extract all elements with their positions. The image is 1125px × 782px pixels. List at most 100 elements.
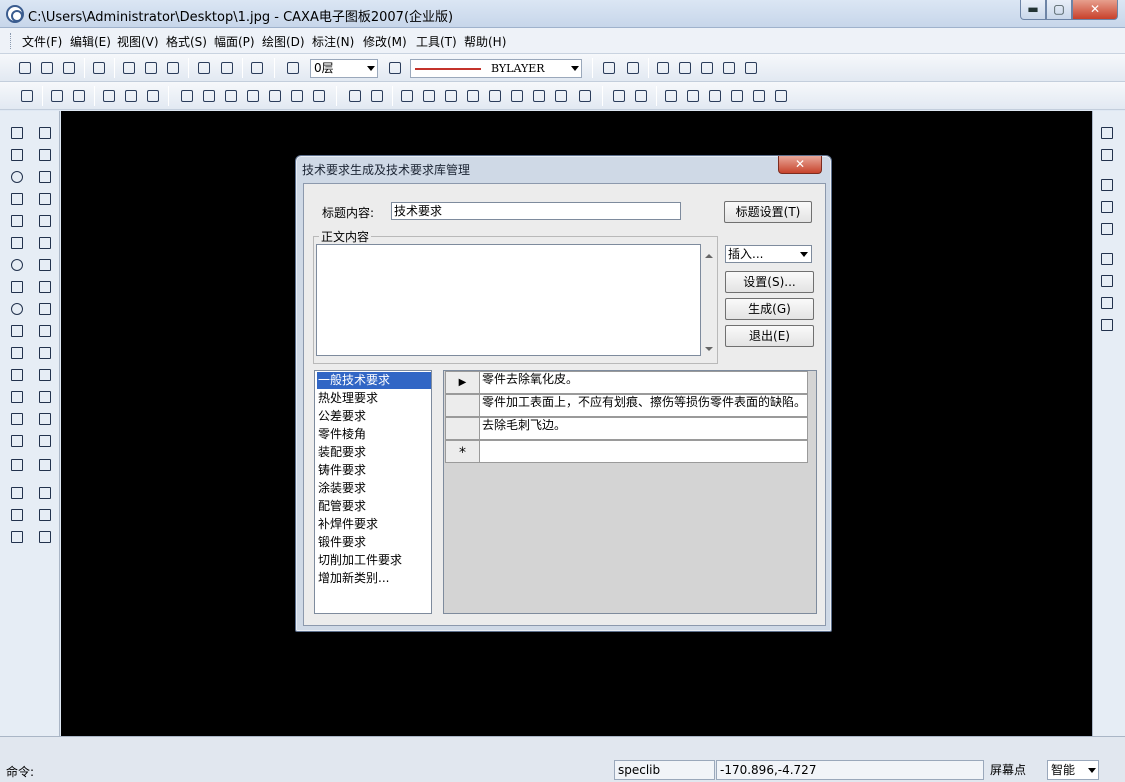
menu-view[interactable]: 视图(V)	[117, 33, 159, 50]
category-list[interactable]: 一般技术要求 热处理要求 公差要求 零件棱角 装配要求 铸件要求 涂装要求 配管…	[314, 370, 432, 614]
edit-view-icon[interactable]	[1099, 221, 1115, 237]
dimension-icon[interactable]	[346, 87, 364, 105]
view-projection-icon[interactable]	[1099, 177, 1115, 193]
center-hole-icon[interactable]	[552, 87, 570, 105]
extend-icon[interactable]	[37, 323, 53, 339]
measure-icon[interactable]	[37, 485, 53, 501]
equidistant-line-icon[interactable]	[9, 345, 25, 361]
grid-row-indicator[interactable]	[445, 394, 480, 417]
heading-input[interactable]: 技术要求	[391, 202, 681, 220]
cut-icon[interactable]	[120, 59, 138, 77]
break-icon[interactable]	[37, 345, 53, 361]
category-item[interactable]: 零件棱角	[317, 426, 366, 443]
grid-cell[interactable]: 零件去除氧化皮。	[479, 371, 808, 394]
zoom-all-icon[interactable]	[750, 87, 768, 105]
double-line-icon[interactable]	[222, 87, 240, 105]
move-icon[interactable]	[37, 147, 53, 163]
edit-text-icon[interactable]	[632, 87, 650, 105]
print-preview-icon[interactable]	[1099, 251, 1115, 267]
linetype-select[interactable]: BYLAYER	[410, 59, 582, 78]
properties-icon[interactable]	[1099, 317, 1115, 333]
menu-file[interactable]: 文件(F)	[22, 33, 62, 50]
brush-icon[interactable]	[37, 529, 53, 545]
wave-line-icon[interactable]	[200, 87, 218, 105]
hatch-view-icon[interactable]	[1099, 295, 1115, 311]
category-item[interactable]: 切削加工件要求	[317, 552, 402, 569]
zoom-window-icon[interactable]	[728, 87, 746, 105]
exit-button[interactable]: 退出(E)	[725, 325, 814, 347]
trim-icon[interactable]	[37, 279, 53, 295]
scale-icon[interactable]	[37, 257, 53, 273]
view-direction-icon[interactable]	[576, 87, 594, 105]
stretch-icon[interactable]	[37, 367, 53, 383]
title-block-icon[interactable]	[48, 87, 66, 105]
centerline-icon[interactable]	[9, 323, 25, 339]
parametric-icon[interactable]	[100, 87, 118, 105]
curve-icon[interactable]	[9, 213, 25, 229]
grid-row-indicator[interactable]: ▶	[445, 371, 480, 394]
caxa-app-icon[interactable]	[6, 5, 24, 23]
chamfer-icon[interactable]	[37, 389, 53, 405]
query-point-icon[interactable]	[654, 59, 672, 77]
query-angle-icon[interactable]	[698, 59, 716, 77]
dialog-close-button[interactable]: ✕	[778, 156, 822, 174]
part-library-icon[interactable]	[9, 507, 25, 523]
explode-icon[interactable]	[37, 457, 53, 473]
menu-tools[interactable]: 工具(T)	[416, 33, 457, 50]
divide-icon[interactable]	[37, 507, 53, 523]
array-icon[interactable]	[37, 235, 53, 251]
category-item[interactable]: 装配要求	[317, 444, 366, 461]
pan-icon[interactable]	[684, 87, 702, 105]
text-block-icon[interactable]	[122, 87, 140, 105]
pencil-icon[interactable]	[662, 87, 680, 105]
parallel-line-icon[interactable]	[9, 147, 25, 163]
3d-view-icon[interactable]	[1099, 147, 1115, 163]
category-item[interactable]: 公差要求	[317, 408, 366, 425]
fillet-icon[interactable]	[37, 301, 53, 317]
parts-list-icon[interactable]	[70, 87, 88, 105]
print-icon[interactable]	[90, 59, 108, 77]
erase-icon[interactable]	[37, 125, 53, 141]
menu-dimension[interactable]: 标注(N)	[312, 33, 354, 50]
tolerance-icon[interactable]	[486, 87, 504, 105]
category-item[interactable]: 涂装要求	[317, 480, 366, 497]
menu-help[interactable]: 帮助(H)	[464, 33, 506, 50]
layer-manager-icon[interactable]	[284, 59, 302, 77]
gear-icon[interactable]	[288, 87, 306, 105]
fill-region-icon[interactable]	[9, 411, 25, 427]
text-icon[interactable]	[9, 433, 25, 449]
linetype-icon[interactable]	[386, 59, 404, 77]
body-content-textarea[interactable]	[316, 244, 701, 356]
rotate-icon[interactable]	[37, 213, 53, 229]
generate-button[interactable]: 生成(G)	[725, 298, 814, 320]
close-window-button[interactable]: ✕	[1072, 0, 1118, 20]
menu-format[interactable]: 格式(S)	[166, 33, 207, 50]
circle-icon[interactable]	[9, 169, 25, 185]
menu-grip-handle[interactable]	[10, 33, 13, 49]
align-icon[interactable]	[37, 411, 53, 427]
category-item[interactable]: 铸件要求	[317, 462, 366, 479]
line-icon[interactable]	[9, 125, 25, 141]
roughness-icon[interactable]	[420, 87, 438, 105]
undo-icon[interactable]	[195, 59, 213, 77]
paste-icon[interactable]	[164, 59, 182, 77]
weld-symbol-icon[interactable]	[464, 87, 482, 105]
category-item[interactable]: 补焊件要求	[317, 516, 378, 533]
block-icon[interactable]	[37, 433, 53, 449]
leader-icon[interactable]	[398, 87, 416, 105]
snap-point-icon[interactable]	[600, 59, 618, 77]
grid-cell[interactable]: 零件加工表面上，不应有划痕、擦伤等损伤零件表面的缺陷。	[479, 394, 808, 417]
mirror-icon[interactable]	[37, 191, 53, 207]
copy-icon[interactable]	[142, 59, 160, 77]
spline-icon[interactable]	[266, 87, 284, 105]
add-category-item[interactable]: 增加新类别...	[317, 570, 389, 587]
arrow-icon[interactable]	[244, 87, 262, 105]
query-distance-icon[interactable]	[676, 59, 694, 77]
polygon-icon[interactable]	[9, 301, 25, 317]
detail-view-icon[interactable]	[530, 87, 548, 105]
zoom-dynamic-icon[interactable]	[706, 87, 724, 105]
grid-row-indicator[interactable]	[445, 417, 480, 440]
menu-edit[interactable]: 编辑(E)	[70, 33, 111, 50]
minimize-button[interactable]: ▬	[1020, 0, 1046, 20]
category-item[interactable]: 热处理要求	[317, 390, 378, 407]
